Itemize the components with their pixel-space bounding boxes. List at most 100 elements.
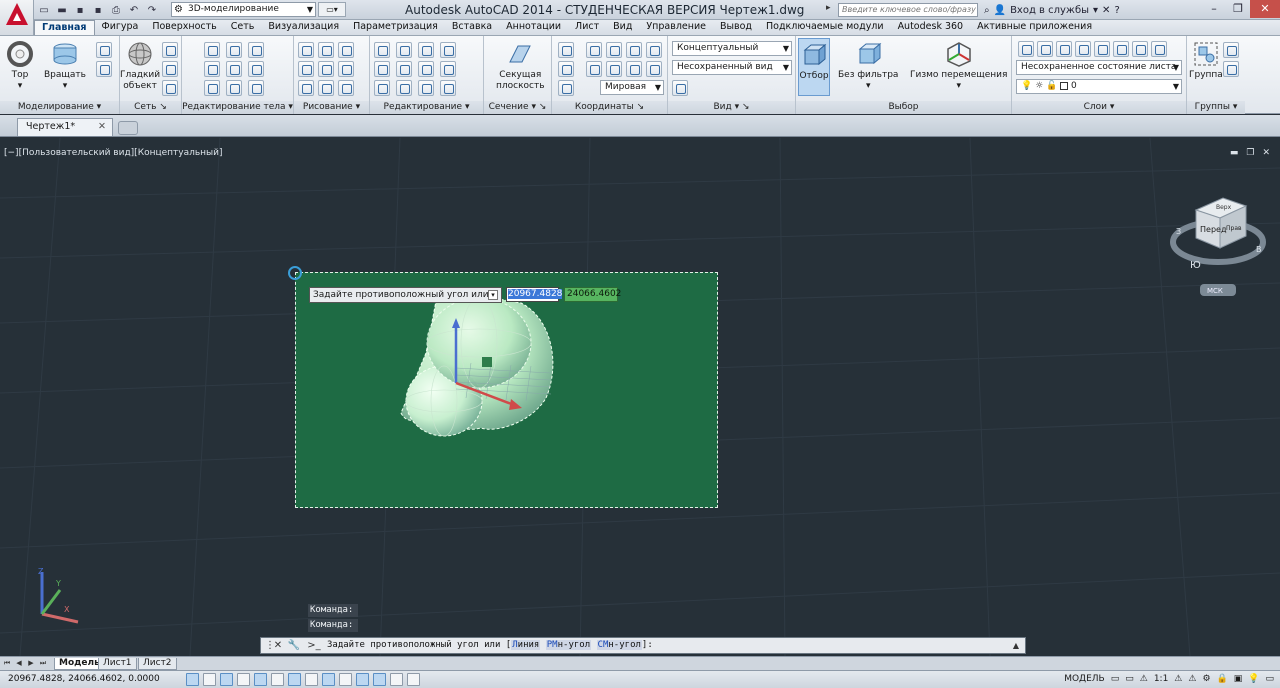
offset-icon[interactable]: [440, 61, 456, 77]
panel-label[interactable]: Выбор: [796, 101, 1011, 114]
stretch-icon[interactable]: [374, 80, 390, 96]
chevron-down-icon[interactable]: ▾: [1093, 5, 1098, 16]
trim-icon[interactable]: [418, 42, 434, 58]
viewcube-front[interactable]: Перед: [1200, 225, 1227, 234]
presspull-icon[interactable]: [96, 61, 112, 77]
save-icon[interactable]: ▪: [72, 3, 88, 17]
ucs-x-icon[interactable]: [606, 42, 622, 58]
layout-tab-sheet2[interactable]: Лист2: [138, 658, 177, 670]
ribbon-tab[interactable]: Поверхность: [145, 20, 223, 35]
3dosnap-icon[interactable]: [288, 673, 301, 686]
ribbon-tab[interactable]: Фигура: [95, 20, 146, 35]
compass-east[interactable]: В: [1256, 245, 1262, 254]
search-expand-icon[interactable]: ▸: [826, 3, 831, 13]
option-rect-min[interactable]: РМн-угол: [545, 640, 592, 650]
mirror-icon[interactable]: [396, 61, 412, 77]
exchange-icon[interactable]: ✕: [1102, 5, 1110, 16]
ucs-previous-icon[interactable]: [586, 61, 602, 77]
subtract-icon[interactable]: [204, 61, 220, 77]
ellipse-icon[interactable]: [338, 80, 354, 96]
ribbon-tab[interactable]: Вставка: [445, 20, 499, 35]
mesh-smooth-less-icon[interactable]: [162, 61, 178, 77]
circle-icon[interactable]: [338, 61, 354, 77]
close-button[interactable]: ✕: [1250, 0, 1280, 18]
drawing-viewport[interactable]: [−][Пользовательский вид][Концептуальный…: [0, 138, 1280, 656]
ribbon-tab[interactable]: Главная: [34, 20, 95, 35]
layer-state-select[interactable]: Несохраненное состояние листа ▼: [1016, 60, 1182, 75]
close-icon[interactable]: ✕: [98, 119, 106, 135]
annotation-scale[interactable]: 1:1: [1154, 674, 1168, 684]
ribbon-tab[interactable]: Лист: [568, 20, 606, 35]
helix-icon[interactable]: [318, 80, 334, 96]
hardware-acceleration-icon[interactable]: ▣: [1234, 674, 1243, 684]
imprint-icon[interactable]: [248, 61, 264, 77]
annotation-visibility-icon[interactable]: ⚠: [1174, 674, 1182, 684]
first-layout-icon[interactable]: ⏮: [2, 658, 12, 669]
dynamic-input-y-field[interactable]: 24066.4602: [564, 287, 621, 302]
ucs-origin-icon[interactable]: [586, 42, 602, 58]
group-button[interactable]: Группа: [1189, 40, 1223, 81]
revolve-button[interactable]: Вращать ▾: [44, 40, 86, 92]
array-icon[interactable]: [418, 80, 434, 96]
toolbar-lock-icon[interactable]: 🔒: [1217, 674, 1228, 684]
fillet-icon[interactable]: [418, 61, 434, 77]
mesh-smooth-more-icon[interactable]: [162, 42, 178, 58]
ortho-icon[interactable]: [237, 673, 250, 686]
refine-mesh-icon[interactable]: [162, 80, 178, 96]
snap-icon[interactable]: [203, 673, 216, 686]
union-icon[interactable]: [204, 42, 220, 58]
line-icon[interactable]: [298, 42, 314, 58]
osnap-icon[interactable]: [271, 673, 284, 686]
polyline-icon[interactable]: [298, 61, 314, 77]
ungroup-icon[interactable]: [1223, 42, 1239, 58]
move-icon[interactable]: [374, 42, 390, 58]
viewcube-top[interactable]: Верх: [1216, 204, 1232, 211]
culling-button[interactable]: Отбор: [798, 38, 830, 96]
signin-link[interactable]: Вход в службы: [1010, 5, 1089, 16]
arc-icon[interactable]: [338, 42, 354, 58]
move-gizmo-button[interactable]: Гизмо перемещения ▾: [910, 40, 1007, 92]
model-space-label[interactable]: МОДЕЛЬ: [1064, 674, 1105, 684]
extrude-icon[interactable]: [96, 42, 112, 58]
undo-icon[interactable]: ↶: [126, 3, 142, 17]
layer-properties-icon[interactable]: [1018, 41, 1034, 57]
ribbon-tab[interactable]: Вид: [606, 20, 639, 35]
save-as-icon[interactable]: ▪: [90, 3, 106, 17]
lweight-icon[interactable]: [356, 673, 369, 686]
panel-label[interactable]: Моделирование ▾: [0, 101, 119, 114]
selection-cycling-icon[interactable]: [407, 673, 420, 686]
help-icon[interactable]: ?: [1114, 5, 1119, 16]
clean-screen-icon[interactable]: ▭: [1265, 674, 1274, 684]
spline-icon[interactable]: [298, 80, 314, 96]
quick-view-drawings-icon[interactable]: ▭: [1125, 674, 1134, 684]
ucs-icon[interactable]: [558, 42, 574, 58]
close-icon[interactable]: ✕: [271, 639, 285, 652]
minimize-button[interactable]: –: [1202, 0, 1226, 18]
viewcube-right[interactable]: Прав: [1226, 225, 1242, 232]
viewcube[interactable]: Верх Перед Прав Ю З В МСК: [1168, 190, 1268, 300]
dynamic-input-x-field[interactable]: 20967.4828: [506, 287, 563, 302]
ucs-named-icon[interactable]: [558, 61, 574, 77]
viewport-close-button[interactable]: ✕: [1262, 148, 1270, 158]
panel-label[interactable]: Слои ▾: [1012, 101, 1186, 114]
options-dropdown-icon[interactable]: ▾: [488, 290, 498, 300]
coordinate-readout[interactable]: 20967.4828, 24066.4602, 0.0000: [8, 674, 160, 684]
scale-icon[interactable]: [396, 80, 412, 96]
new-drawing-tab-button[interactable]: [118, 121, 138, 135]
next-layout-icon[interactable]: ▶: [26, 658, 36, 669]
panel-label[interactable]: Сеть ↘: [120, 101, 181, 114]
ducs-icon[interactable]: [322, 673, 335, 686]
layer-freeze-icon[interactable]: [1075, 41, 1091, 57]
layer-off-icon[interactable]: [1056, 41, 1072, 57]
rectangle-icon[interactable]: [318, 42, 334, 58]
layer-match-icon[interactable]: [1113, 41, 1129, 57]
ucs-object-icon[interactable]: [646, 61, 662, 77]
no-filter-button[interactable]: Без фильтра ▾: [838, 40, 898, 92]
command-history-toggle[interactable]: ▲: [1009, 639, 1023, 652]
layer-walk-icon[interactable]: [1151, 41, 1167, 57]
last-layout-icon[interactable]: ⏭: [38, 658, 48, 669]
layout-tab-sheet1[interactable]: Лист1: [98, 658, 137, 670]
compass-south[interactable]: Ю: [1190, 260, 1201, 271]
viewport-minimize-button[interactable]: ▬: [1230, 148, 1239, 158]
viewport-restore-button[interactable]: ❐: [1246, 148, 1254, 158]
